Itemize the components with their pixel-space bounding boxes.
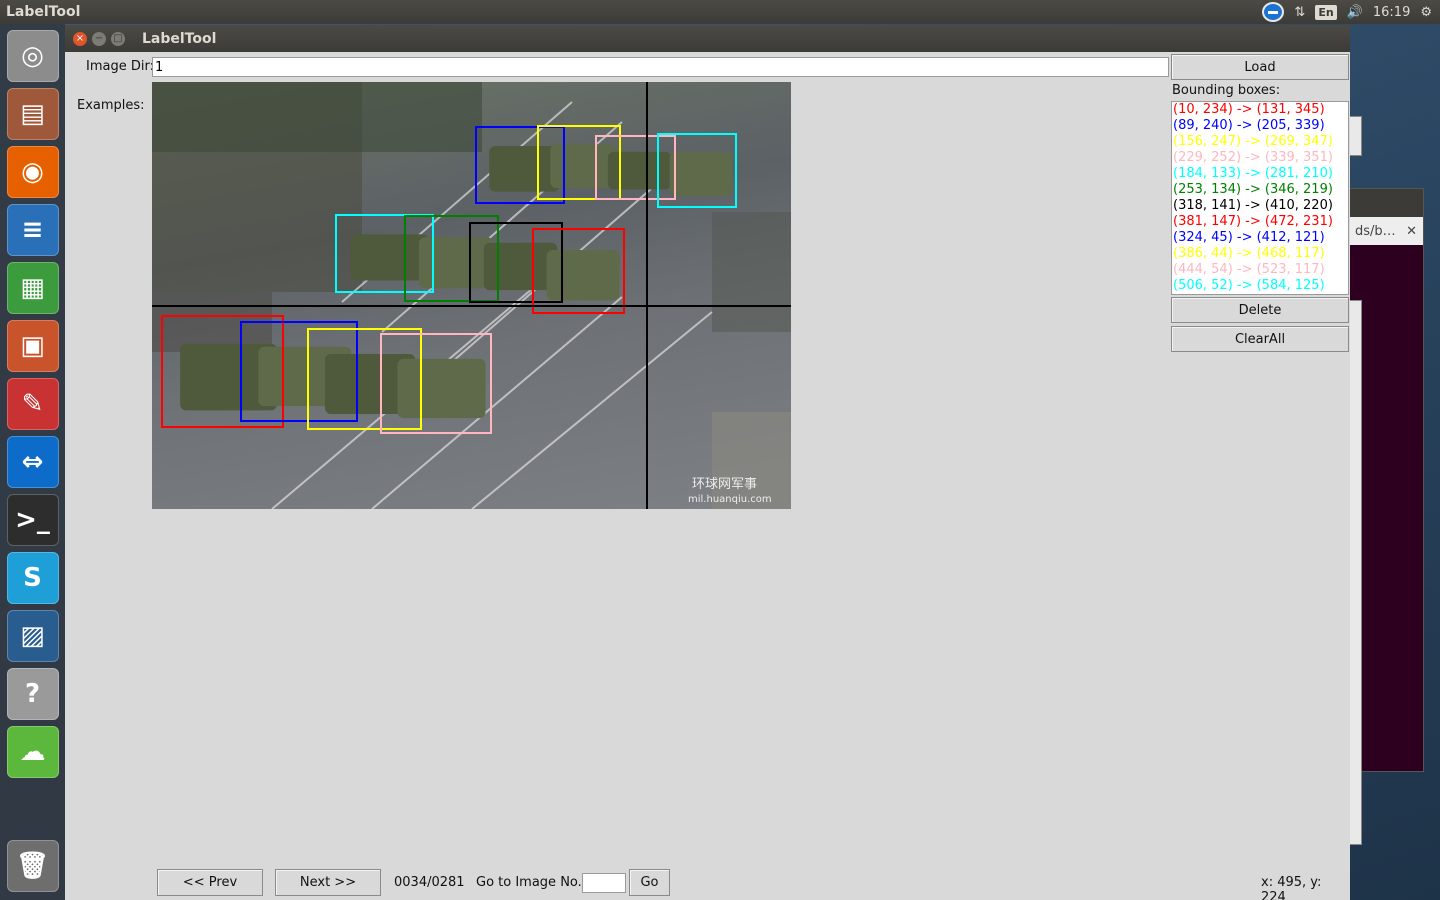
- vehicle-shape: [607, 151, 672, 190]
- close-window-button[interactable]: ×: [73, 31, 87, 46]
- files-icon[interactable]: ▤: [6, 88, 59, 140]
- calc-icon[interactable]: ▦: [6, 262, 59, 314]
- settings-gear-icon[interactable]: ⚙: [1420, 5, 1432, 20]
- window-titlebar[interactable]: × − □ LabelTool: [65, 25, 1350, 52]
- street-scene-image: 环球网军事 mil.huanqiu.com: [152, 82, 791, 509]
- maximize-window-button[interactable]: □: [111, 31, 125, 46]
- bounding-box-entry[interactable]: (381, 147) -> (472, 231): [1173, 214, 1347, 230]
- bounding-box-entry[interactable]: (318, 141) -> (410, 220): [1173, 198, 1347, 214]
- examples-label: Examples:: [77, 98, 145, 113]
- bounding-box-entry[interactable]: (229, 252) -> (339, 351): [1173, 150, 1347, 166]
- go-button[interactable]: Go: [629, 869, 670, 896]
- ubuntu-logo-icon[interactable]: ◎: [6, 30, 59, 82]
- svg-text:mil.huanqiu.com: mil.huanqiu.com: [688, 494, 772, 505]
- help-icon[interactable]: ?: [6, 668, 59, 720]
- keyboard-layout-indicator[interactable]: En: [1315, 4, 1337, 20]
- image-viewer-icon[interactable]: ▨: [6, 610, 59, 662]
- vehicle-shape: [550, 144, 616, 189]
- bounding-boxes-label: Bounding boxes:: [1172, 83, 1281, 98]
- cursor-coordinates: x: 495, y: 224: [1261, 875, 1322, 900]
- bounding-box-entry[interactable]: (386, 44) -> (468, 117): [1173, 246, 1347, 262]
- skype-icon[interactable]: S: [6, 552, 59, 604]
- firefox-icon[interactable]: ◉: [6, 146, 59, 198]
- writer-icon[interactable]: ≡: [6, 204, 59, 256]
- image-canvas[interactable]: 环球网军事 mil.huanqiu.com: [152, 82, 791, 509]
- launcher: ◎ ▤ ◉ ≡ ▦ ▣ ✎ ⇔ >_ S ▨? ☁ 🗑: [0, 24, 65, 900]
- image-watermark: 环球网军事: [692, 477, 757, 492]
- clear-all-button[interactable]: ClearAll: [1171, 326, 1349, 352]
- minimize-window-button[interactable]: −: [92, 31, 106, 46]
- volume-icon[interactable]: 🔊: [1347, 5, 1363, 20]
- teamviewer-tray-icon[interactable]: [1262, 2, 1285, 22]
- terminal-icon[interactable]: >_: [6, 494, 59, 546]
- active-app-name: LabelTool: [6, 4, 81, 20]
- vehicle-shape: [669, 152, 733, 197]
- vehicle-shape: [546, 250, 620, 301]
- vehicle-shape: [489, 146, 560, 192]
- delete-button[interactable]: Delete: [1171, 297, 1349, 323]
- image-progress: 0034/0281: [394, 875, 465, 890]
- image-dir-label: Image Dir:: [86, 59, 154, 74]
- system-tray: ⇅ En 🔊 16:19 ⚙: [1262, 2, 1440, 22]
- labeltool-window: × − □ LabelTool Image Dir: Load Bounding…: [65, 25, 1350, 900]
- terminal-tab-label: ds/b…: [1355, 223, 1396, 239]
- teamviewer-icon[interactable]: ⇔: [6, 436, 59, 488]
- prev-button[interactable]: << Prev: [157, 869, 263, 896]
- bounding-box-entry[interactable]: (444, 54) -> (523, 117): [1173, 262, 1347, 278]
- clock[interactable]: 16:19: [1373, 5, 1410, 20]
- network-icon[interactable]: ⇅: [1294, 5, 1305, 20]
- system-settings-icon[interactable]: ✎: [6, 378, 59, 430]
- bounding-box-entry[interactable]: (184, 133) -> (281, 210): [1173, 166, 1347, 182]
- bounding-box-entry[interactable]: (253, 134) -> (346, 219): [1173, 182, 1347, 198]
- terminal-tab[interactable]: ds/b… ✕: [1349, 217, 1423, 245]
- vehicle-shape: [483, 242, 558, 291]
- vehicle-shape: [350, 234, 429, 281]
- close-icon[interactable]: ✕: [1406, 224, 1417, 239]
- bounding-box-entry[interactable]: (506, 52) -> (584, 125): [1173, 278, 1347, 294]
- vehicle-shape: [397, 358, 486, 419]
- goto-image-input[interactable]: [582, 873, 626, 893]
- terminal-titlebar[interactable]: [1341, 189, 1423, 217]
- bounding-box-entry[interactable]: (89, 240) -> (205, 339): [1173, 118, 1347, 134]
- bounding-box-list[interactable]: (10, 234) -> (131, 345) (89, 240) -> (205…: [1171, 101, 1349, 295]
- goto-image-label: Go to Image No.: [476, 875, 582, 890]
- window-title: LabelTool: [142, 30, 217, 47]
- impress-icon[interactable]: ▣: [6, 320, 59, 372]
- bounding-box-entry[interactable]: (324, 45) -> (412, 121): [1173, 230, 1347, 246]
- image-dir-input[interactable]: [152, 57, 1169, 77]
- trash-icon[interactable]: 🗑: [6, 840, 59, 892]
- bounding-box-entry[interactable]: (10, 234) -> (131, 345): [1173, 102, 1347, 118]
- top-panel: LabelTool ⇅ En 🔊 16:19 ⚙: [0, 0, 1440, 24]
- vehicle-shape: [418, 237, 494, 289]
- bounding-box-entry[interactable]: (156, 247) -> (269, 347): [1173, 134, 1347, 150]
- next-button[interactable]: Next >>: [275, 869, 381, 896]
- cloud-storage-icon[interactable]: ☁: [6, 726, 59, 778]
- load-button[interactable]: Load: [1171, 54, 1349, 80]
